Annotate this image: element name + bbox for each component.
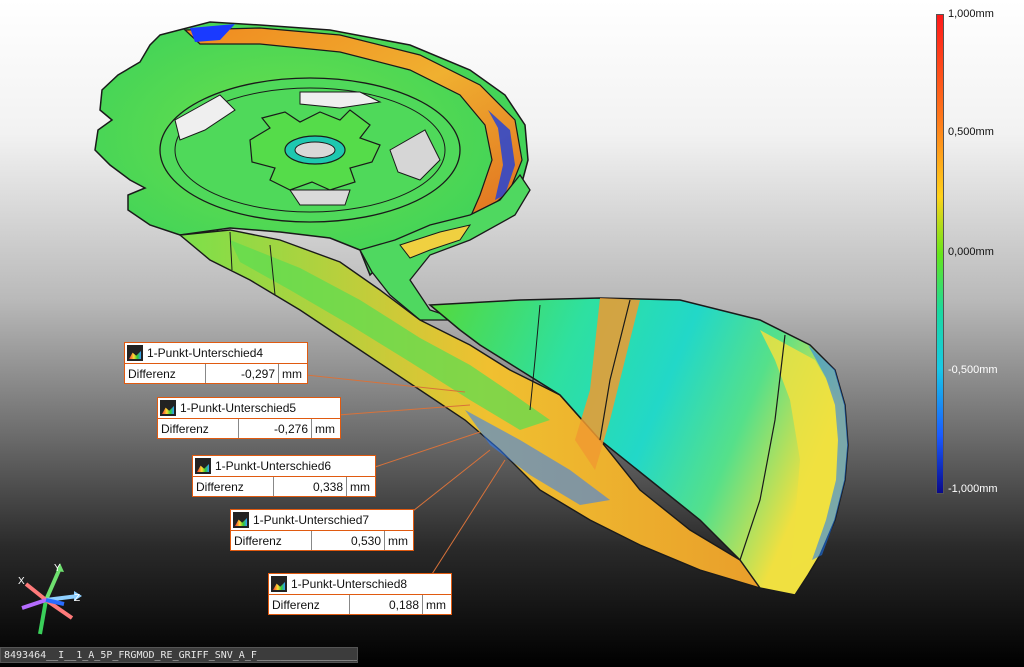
callout-unit: mm <box>388 533 408 548</box>
callout-label: Differenz <box>125 364 206 383</box>
axis-z-label: Z <box>74 593 80 604</box>
callout-unit: mm <box>426 597 446 612</box>
deviation-icon <box>127 345 143 361</box>
axis-x-label: X <box>18 576 25 587</box>
callout-unit: mm <box>350 479 370 494</box>
deviation-icon <box>271 576 287 592</box>
scale-tick-min: -1,000mm <box>948 483 998 495</box>
callout-value: 0,188 <box>350 595 423 614</box>
callout-point-difference-7[interactable]: 1-Punkt-Unterschied7 Differenz 0,530 mm <box>230 509 414 551</box>
axis-y-label: Y <box>54 563 61 574</box>
deviation-icon <box>160 400 176 416</box>
callout-value: 0,530 <box>312 531 385 550</box>
callout-title: 1-Punkt-Unterschied4 <box>147 346 264 360</box>
scale-tick-max: 1,000mm <box>948 8 994 20</box>
callout-title: 1-Punkt-Unterschied8 <box>291 577 408 591</box>
callout-title: 1-Punkt-Unterschied5 <box>180 401 297 415</box>
callout-value: -0,276 <box>239 419 312 438</box>
callout-value: -0,297 <box>206 364 279 383</box>
callout-label: Differenz <box>231 531 312 550</box>
callout-unit: mm <box>315 421 335 436</box>
deviation-icon <box>233 512 249 528</box>
callout-label: Differenz <box>158 419 239 438</box>
callout-value: 0,338 <box>274 477 347 496</box>
callout-point-difference-8[interactable]: 1-Punkt-Unterschied8 Differenz 0,188 mm <box>268 573 452 615</box>
orientation-triad[interactable]: Y X Z <box>14 560 90 638</box>
callout-point-difference-4[interactable]: 1-Punkt-Unterschied4 Differenz -0,297 mm <box>124 342 308 384</box>
callout-unit: mm <box>282 366 302 381</box>
deviation-icon <box>195 458 211 474</box>
callout-label: Differenz <box>193 477 274 496</box>
scale-tick-neg-half: -0,500mm <box>948 364 998 376</box>
callout-point-difference-5[interactable]: 1-Punkt-Unterschied5 Differenz -0,276 mm <box>157 397 341 439</box>
callout-label: Differenz <box>269 595 350 614</box>
model-name-statusbar: 8493464__I__1_A_5P_FRGMOD_RE_GRIFF_SNV_A… <box>0 647 358 663</box>
scale-tick-zero: 0,000mm <box>948 246 994 258</box>
part-model[interactable] <box>0 0 1024 667</box>
callout-title: 1-Punkt-Unterschied7 <box>253 513 370 527</box>
axis-triad-icon: Y X Z <box>18 563 82 635</box>
callout-point-difference-6[interactable]: 1-Punkt-Unterschied6 Differenz 0,338 mm <box>192 455 376 497</box>
color-scale-bar <box>936 14 944 494</box>
scale-tick-half: 0,500mm <box>948 126 994 138</box>
color-scale: 1,000mm 0,500mm 0,000mm -0,500mm -1,000m… <box>932 8 1022 495</box>
callout-title: 1-Punkt-Unterschied6 <box>215 459 332 473</box>
3d-viewport[interactable] <box>0 0 1024 667</box>
